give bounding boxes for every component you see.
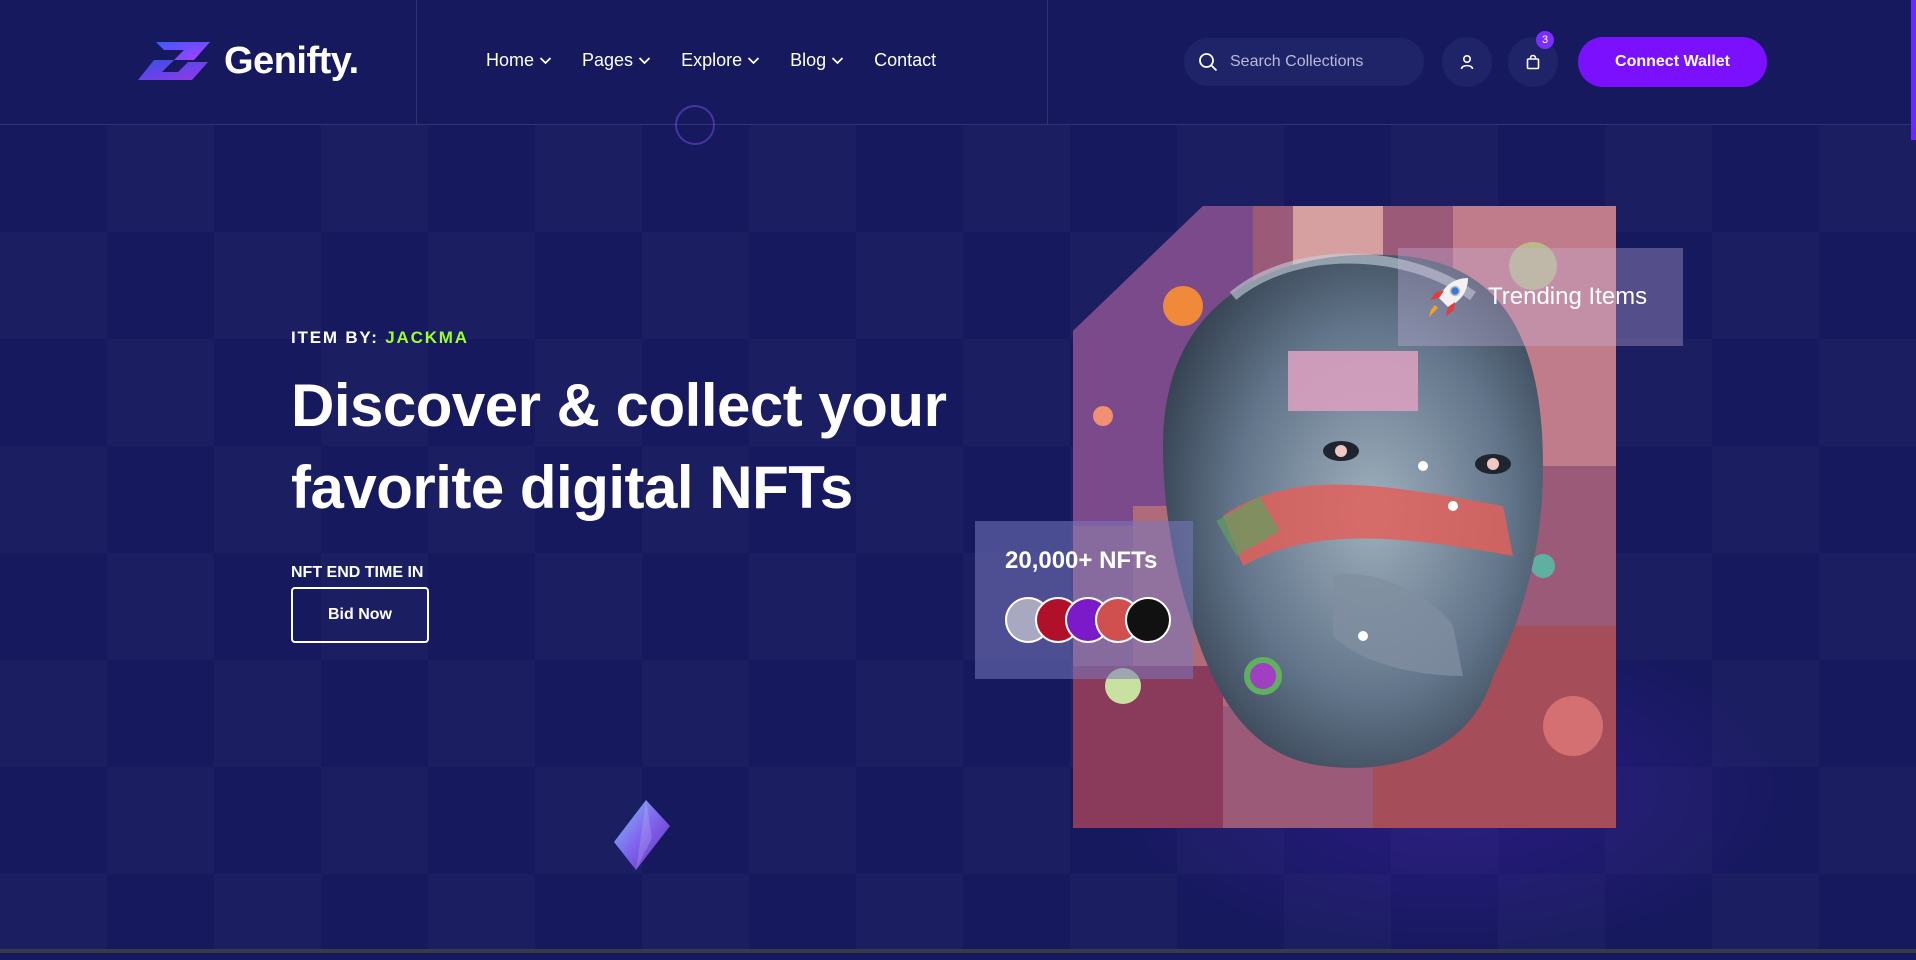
account-button[interactable]: [1442, 37, 1492, 87]
chevron-down-icon: [831, 57, 844, 65]
item-by-prefix: ITEM BY:: [291, 328, 379, 347]
connect-wallet-button[interactable]: Connect Wallet: [1578, 37, 1767, 87]
search-icon: [1199, 53, 1218, 72]
nav-pages[interactable]: Pages: [582, 50, 651, 71]
item-author-link[interactable]: JACKMA: [385, 328, 469, 347]
headline-line-2: favorite digital NFTs: [291, 454, 853, 521]
nav-explore[interactable]: Explore: [681, 50, 760, 71]
main-nav: Home Pages Explore Blog Contact: [486, 50, 936, 71]
nft-count: 20,000+ NFTs: [1005, 547, 1158, 574]
nav-label: Contact: [874, 50, 937, 70]
nav-label: Blog: [790, 50, 827, 70]
nav-label: Home: [486, 50, 535, 70]
header-divider: [1047, 0, 1048, 124]
shopping-bag-icon: [1526, 54, 1540, 70]
nav-home[interactable]: Home: [486, 50, 552, 71]
user-icon: [1460, 54, 1474, 70]
chevron-down-icon: [539, 57, 552, 65]
chevron-down-icon: [638, 57, 651, 65]
floating-gem-decoration: [614, 800, 670, 870]
bid-now-button[interactable]: Bid Now: [291, 587, 429, 643]
item-by-line: ITEM BY: JACKMA: [291, 328, 469, 348]
rocket-icon: [1429, 278, 1468, 317]
search-box[interactable]: [1184, 38, 1424, 86]
scroll-progress: [1911, 0, 1916, 140]
cart-button[interactable]: 3: [1508, 31, 1558, 87]
logo-icon: [138, 42, 210, 80]
brand-logo[interactable]: Genifty.: [138, 38, 359, 84]
header-divider: [416, 0, 417, 124]
nav-label: Explore: [681, 50, 743, 70]
nft-count-card: 20,000+ NFTs: [975, 521, 1193, 679]
avatar-group: [1005, 597, 1193, 643]
nav-contact[interactable]: Contact: [874, 50, 936, 71]
bottom-edge: [0, 949, 1916, 953]
trending-items-label: Trending Items: [1488, 283, 1648, 310]
avatar[interactable]: [1125, 597, 1171, 643]
nft-end-time-label: NFT END TIME IN: [291, 564, 424, 581]
nav-blog[interactable]: Blog: [790, 50, 844, 71]
brand-name: Genifty.: [224, 39, 359, 82]
search-input[interactable]: [1228, 52, 1412, 72]
hero-headline: Discover & collect your favorite digital…: [291, 365, 947, 529]
headline-line-1: Discover & collect your: [291, 372, 947, 439]
cart-count-badge: 3: [1536, 31, 1554, 49]
cursor-follower-ring: [675, 105, 715, 145]
trending-items-card[interactable]: Trending Items: [1398, 248, 1683, 346]
nav-label: Pages: [582, 50, 634, 70]
chevron-down-icon: [747, 57, 760, 65]
site-header: Genifty. Home Pages Explore Blog Contact: [0, 0, 1916, 145]
